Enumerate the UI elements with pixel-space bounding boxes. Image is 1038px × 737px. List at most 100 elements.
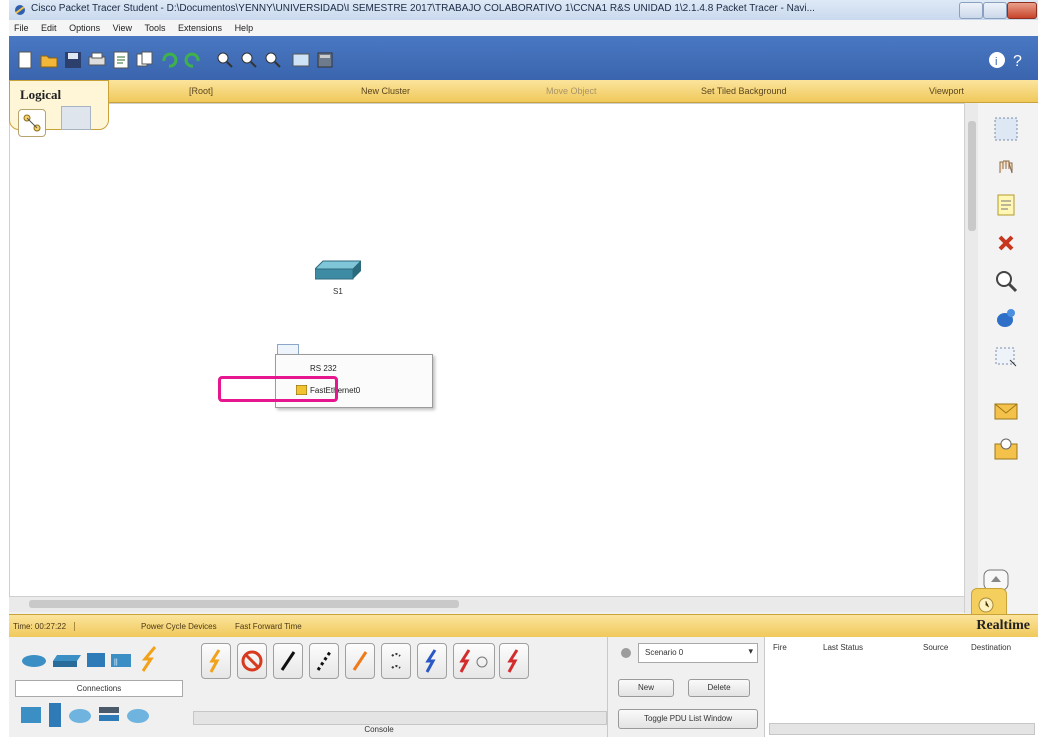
close-button[interactable] [1007, 2, 1037, 19]
menu-edit[interactable]: Edit [36, 20, 62, 33]
serial-dte-button[interactable] [499, 643, 529, 679]
new-cluster-button[interactable]: New Cluster [361, 86, 410, 96]
power-cycle-devices-button[interactable]: Power Cycle Devices [141, 622, 217, 631]
menu-tools[interactable]: Tools [139, 20, 170, 33]
realtime-status-bar: Time: 00:27:22 Power Cycle Devices Fast … [9, 614, 1038, 637]
pdu-list-scrollbar[interactable] [769, 723, 1035, 735]
wireless-category-icon[interactable]: || [109, 649, 133, 671]
custom-made-devices-icon[interactable] [97, 703, 121, 727]
multiuser-connection-icon[interactable] [125, 707, 151, 725]
automatic-connection-button[interactable] [201, 643, 231, 679]
bottom-panel: || Connections Console Scenario 0 ▾ New … [9, 637, 1038, 737]
move-object-button[interactable]: Move Object [546, 86, 597, 96]
phone-cable-icon [391, 653, 401, 669]
hub-category-icon[interactable] [85, 649, 107, 671]
logical-workspace-canvas[interactable] [9, 103, 966, 598]
pdu-list-table: Fire Last Status Source Destination [764, 637, 1038, 737]
device-list-scrollbar[interactable] [193, 711, 607, 725]
straight-cable-icon [280, 651, 296, 671]
root-button[interactable]: [Root] [189, 86, 213, 96]
draw-shape-icon[interactable] [992, 305, 1020, 333]
logical-tab[interactable]: Logical [9, 80, 109, 137]
print-icon[interactable] [87, 50, 107, 70]
add-complex-pdu-icon[interactable] [992, 435, 1020, 463]
menu-options[interactable]: Options [64, 20, 105, 33]
menu-help[interactable]: Help [230, 20, 259, 33]
window-title: Cisco Packet Tracer Student - D:\Documen… [31, 3, 815, 14]
resize-shape-icon[interactable] [992, 343, 1020, 371]
fiber-cable-icon [352, 651, 368, 671]
redo-icon[interactable] [183, 50, 203, 70]
vertical-scrollbar[interactable] [964, 103, 979, 613]
new-scenario-button[interactable]: New [618, 679, 674, 697]
auto-connection-icon [209, 649, 221, 673]
packet-tracer-app-icon [15, 5, 25, 15]
logical-workspace-bar: [Root] New Cluster Move Object Set Tiled… [9, 80, 1038, 103]
copy-icon[interactable] [135, 50, 155, 70]
zoom-out-icon[interactable] [263, 50, 283, 70]
console-cable-button[interactable] [237, 643, 267, 679]
common-tools-bar [978, 103, 1038, 613]
connections-category-icon[interactable] [137, 645, 163, 673]
router-category-icon[interactable] [19, 649, 49, 671]
wan-emulation-category-icon[interactable] [67, 707, 93, 725]
navigation-panel-icon[interactable] [61, 106, 91, 130]
custom-devices-icon[interactable] [315, 50, 335, 70]
scenario-value: Scenario 0 [645, 648, 684, 657]
move-layout-hand-icon[interactable] [992, 153, 1020, 181]
pdu-col-destination: Destination [971, 643, 1012, 652]
realtime-mode-label: Realtime [976, 618, 1030, 633]
set-tiled-background-button[interactable]: Set Tiled Background [701, 86, 787, 96]
serial-dce-icon [459, 649, 488, 673]
place-note-icon[interactable] [992, 191, 1020, 219]
pdu-col-fire: Fire [773, 643, 787, 652]
svg-text:||: || [114, 659, 118, 666]
add-simple-pdu-icon[interactable] [992, 397, 1020, 425]
menu-extensions[interactable]: Extensions [173, 20, 227, 33]
maximize-button[interactable] [983, 2, 1007, 19]
scenario-select[interactable]: Scenario 0 ▾ [638, 643, 758, 663]
end-devices-category-icon[interactable] [19, 703, 45, 729]
undo-icon[interactable] [159, 50, 179, 70]
scenario-status-icon [621, 648, 631, 658]
horizontal-scrollbar[interactable] [9, 596, 964, 612]
select-icon[interactable] [992, 115, 1020, 143]
pdu-col-source: Source [923, 643, 949, 652]
copper-cross-over-button[interactable] [309, 643, 339, 679]
viewport-button[interactable]: Viewport [929, 86, 964, 96]
zoom-reset-icon[interactable] [239, 50, 259, 70]
activity-wizard-icon[interactable] [111, 50, 131, 70]
info-icon[interactable]: i [987, 50, 1007, 70]
menu-view[interactable]: View [108, 20, 137, 33]
coaxial-cable-icon [425, 649, 437, 673]
open-folder-icon[interactable] [39, 50, 59, 70]
copper-straight-through-button[interactable] [273, 643, 303, 679]
minimize-button[interactable] [959, 2, 983, 19]
drawing-palette-icon[interactable] [291, 50, 311, 70]
serial-dce-button[interactable] [453, 643, 495, 679]
switch-s1-icon[interactable] [315, 255, 361, 283]
inspect-magnifier-icon[interactable] [992, 267, 1020, 295]
switch-category-icon[interactable] [53, 651, 81, 669]
zoom-in-icon[interactable] [215, 50, 235, 70]
phone-cable-button[interactable] [381, 643, 411, 679]
fastethernet-highlight-box [218, 376, 338, 402]
new-file-icon[interactable] [15, 50, 35, 70]
server-category-icon[interactable] [47, 701, 63, 729]
menu-bar: File Edit Options View Tools Extensions … [9, 20, 1038, 36]
menu-option-rs232[interactable]: RS 232 [310, 364, 337, 373]
scenario-panel: Scenario 0 ▾ New Delete Toggle PDU List … [607, 637, 764, 737]
save-icon[interactable] [63, 50, 83, 70]
pdu-col-last-status: Last Status [823, 643, 864, 652]
toggle-pdu-list-button[interactable]: Toggle PDU List Window [618, 709, 758, 729]
main-toolbar: i ? [9, 36, 1038, 80]
help-icon[interactable]: ? [1009, 50, 1029, 70]
fiber-cable-button[interactable] [345, 643, 375, 679]
delete-scenario-button[interactable]: Delete [688, 679, 750, 697]
fast-forward-time-button[interactable]: Fast Forward Time [235, 622, 302, 631]
dropdown-arrow-icon: ▾ [748, 646, 753, 656]
no-entry-icon [241, 650, 263, 672]
delete-icon[interactable] [992, 229, 1020, 257]
coaxial-cable-button[interactable] [417, 643, 447, 679]
menu-file[interactable]: File [9, 20, 34, 33]
